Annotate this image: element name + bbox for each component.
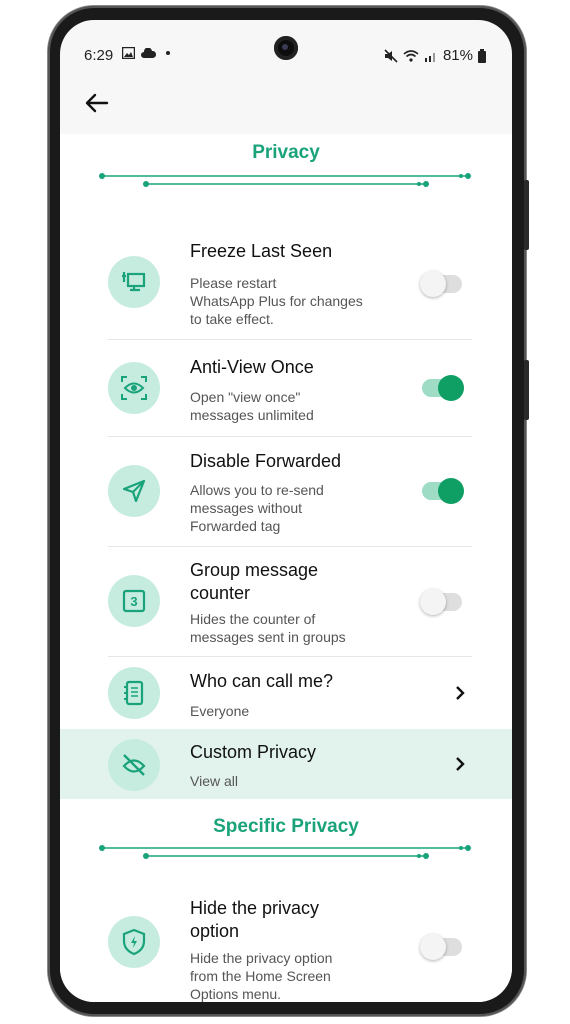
setting-subtitle: Please restart WhatsApp Plus for changes… bbox=[190, 275, 363, 327]
setting-title: Hide the privacy option bbox=[190, 898, 320, 941]
arrow-left-icon bbox=[85, 93, 109, 113]
counter-icon: 3 bbox=[122, 589, 146, 613]
mute-icon bbox=[384, 48, 398, 63]
svg-text:3: 3 bbox=[130, 594, 137, 609]
setting-custom-privacy[interactable]: Custom Privacy View all bbox=[60, 729, 512, 799]
setting-group-message-counter[interactable]: 3 Group message counter Hides the counte… bbox=[60, 547, 512, 657]
icon-wrapper bbox=[108, 465, 160, 517]
send-icon bbox=[122, 479, 146, 503]
status-notification-icons bbox=[122, 47, 170, 59]
icon-wrapper bbox=[108, 916, 160, 968]
setting-subtitle: Hide the privacy option from the Home Sc… bbox=[190, 950, 333, 1002]
dot-icon bbox=[166, 51, 170, 55]
chevron-right-icon bbox=[456, 686, 465, 700]
battery-icon bbox=[478, 48, 486, 63]
setting-title: Anti-View Once bbox=[190, 357, 314, 377]
setting-hide-privacy-option[interactable]: Hide the privacy option Hide the privacy… bbox=[60, 884, 512, 1002]
setting-title: Who can call me? bbox=[190, 671, 334, 691]
setting-subtitle: Open "view once" messages unlimited bbox=[190, 389, 314, 423]
eye-scan-icon bbox=[121, 376, 147, 400]
back-button[interactable] bbox=[82, 88, 112, 118]
setting-title: Group message counter bbox=[190, 560, 319, 603]
toggle-knob bbox=[420, 589, 446, 615]
volume-button bbox=[524, 360, 529, 420]
icon-wrapper bbox=[108, 667, 160, 719]
section-divider bbox=[99, 173, 471, 187]
setting-title: Disable Forwarded bbox=[190, 451, 342, 471]
toggle-knob bbox=[420, 934, 446, 960]
toggle-knob bbox=[438, 478, 464, 504]
toggle-anti-view-once[interactable] bbox=[422, 375, 464, 401]
image-icon bbox=[122, 47, 135, 59]
icon-wrapper: 3 bbox=[108, 575, 160, 627]
icon-wrapper bbox=[108, 256, 160, 308]
shield-bolt-icon bbox=[122, 928, 146, 956]
setting-freeze-last-seen[interactable]: Freeze Last Seen Please restart WhatsApp… bbox=[60, 218, 512, 340]
status-bar: 6:29 81% bbox=[60, 20, 512, 78]
phone-book-icon bbox=[124, 680, 144, 706]
toggle-disable-forwarded[interactable] bbox=[422, 478, 464, 504]
cloud-icon bbox=[141, 48, 156, 58]
settings-list: Privacy Freeze Last Seen Please restart … bbox=[60, 134, 512, 1002]
power-button bbox=[524, 180, 529, 250]
toggle-hide-privacy-option[interactable] bbox=[420, 934, 462, 960]
setting-disable-forwarded[interactable]: Disable Forwarded Allows you to re-send … bbox=[60, 437, 512, 547]
status-right: 81% bbox=[384, 47, 486, 64]
wifi-icon bbox=[403, 49, 419, 62]
setting-anti-view-once[interactable]: Anti-View Once Open "view once" messages… bbox=[60, 340, 512, 437]
front-camera bbox=[274, 36, 298, 60]
eye-off-icon bbox=[122, 754, 146, 776]
monitor-plug-icon bbox=[122, 272, 146, 292]
status-time: 6:29 bbox=[84, 47, 114, 64]
app-bar bbox=[60, 78, 512, 134]
section-title-specific-privacy: Specific Privacy bbox=[213, 816, 359, 837]
screen: 6:29 81% Privacy Freeze Last Seen Please… bbox=[60, 20, 512, 1002]
battery-percent: 81% bbox=[442, 47, 473, 64]
toggle-freeze-last-seen[interactable] bbox=[420, 271, 462, 297]
setting-subtitle: View all bbox=[190, 773, 238, 789]
setting-subtitle: Everyone bbox=[190, 703, 250, 719]
setting-subtitle: Allows you to re-send messages without F… bbox=[190, 482, 324, 534]
section-title-privacy: Privacy bbox=[252, 142, 320, 163]
setting-title: Freeze Last Seen bbox=[190, 241, 333, 261]
icon-wrapper bbox=[108, 362, 160, 414]
setting-title: Custom Privacy bbox=[190, 742, 317, 762]
icon-wrapper bbox=[108, 739, 160, 791]
setting-who-can-call-me[interactable]: Who can call me? Everyone bbox=[60, 657, 512, 729]
chevron-right-icon bbox=[456, 757, 465, 771]
setting-subtitle: Hides the counter of messages sent in gr… bbox=[190, 611, 346, 645]
signal-icon bbox=[424, 52, 435, 62]
toggle-knob bbox=[420, 271, 446, 297]
toggle-knob bbox=[438, 375, 464, 401]
section-divider bbox=[99, 845, 471, 859]
toggle-group-message-counter[interactable] bbox=[420, 589, 462, 615]
